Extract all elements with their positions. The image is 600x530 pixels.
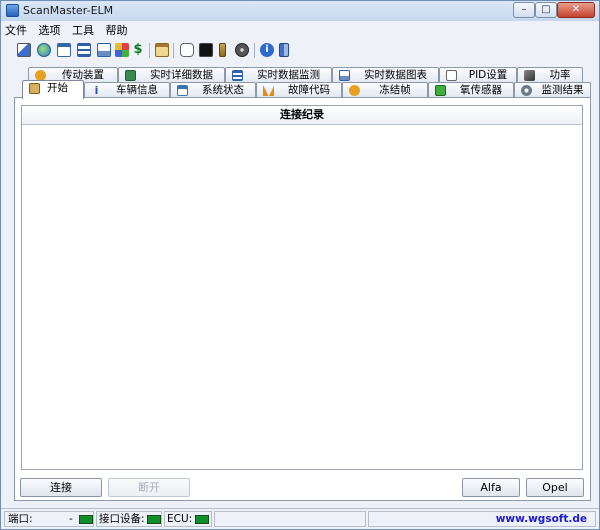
terminal-icon[interactable] — [199, 43, 213, 57]
menu-tools[interactable]: 工具 — [72, 23, 94, 39]
power-icon — [524, 70, 535, 81]
tab-vehicle-info[interactable]: i 车辆信息 — [84, 82, 170, 98]
maximize-button[interactable]: □ — [535, 2, 557, 18]
connect-button[interactable]: 连接 — [20, 478, 102, 497]
phone-icon[interactable] — [219, 43, 226, 57]
globe-icon[interactable] — [37, 43, 51, 57]
disconnect-button[interactable]: 断开 — [108, 478, 190, 497]
opel-button[interactable]: Opel — [526, 478, 584, 497]
snowflake-icon — [349, 85, 360, 96]
interface-label: 接口设备: — [99, 513, 145, 525]
toolbar-separator — [254, 43, 255, 58]
close-button[interactable]: ✕ — [557, 2, 595, 18]
menu-bar: 文件 选项 工具 帮助 — [5, 23, 136, 39]
menu-file[interactable]: 文件 — [5, 23, 27, 39]
tab-trouble-codes[interactable]: 故障代码 — [256, 82, 342, 98]
box-icon — [29, 83, 40, 94]
status-bar: 端口: - 接口设备: ECU: www.wgsoft.de — [1, 508, 599, 529]
grid-icon — [125, 70, 136, 81]
status-website: www.wgsoft.de — [368, 511, 596, 527]
app-icon — [6, 4, 19, 17]
sensor-icon — [435, 85, 446, 96]
palette-icon[interactable] — [115, 43, 129, 57]
tab-strip: 传动装置 实时详细数据 实时数据监测 实时数据图表 PID设置 功率 开始 i — [1, 65, 599, 99]
ecu-led-indicator — [195, 515, 209, 524]
status-port: 端口: - — [4, 511, 94, 527]
tab-power[interactable]: 功率 — [517, 67, 583, 83]
status-blank — [214, 511, 366, 527]
tab-live-detail[interactable]: 实时详细数据 — [118, 67, 225, 83]
monitor-icon — [232, 70, 243, 81]
app-window: ScanMaster-ELM – □ ✕ 文件 选项 工具 帮助 $ i 传动装… — [0, 0, 600, 530]
clipboard-icon[interactable] — [155, 43, 169, 57]
interface-led-indicator — [147, 515, 161, 524]
exit-icon[interactable] — [279, 43, 289, 57]
menu-options[interactable]: 选项 — [39, 23, 61, 39]
website-link[interactable]: www.wgsoft.de — [496, 513, 587, 525]
wizard-icon[interactable] — [17, 43, 31, 57]
disc-icon[interactable] — [235, 43, 249, 57]
tab-pid-settings[interactable]: PID设置 — [439, 67, 517, 83]
connection-log[interactable]: 连接纪录 — [21, 105, 583, 470]
port-led-indicator — [79, 515, 93, 524]
checklist-icon — [177, 85, 188, 96]
port-value: - — [69, 513, 73, 525]
connection-log-header: 连接纪录 — [22, 106, 582, 125]
warning-icon — [263, 85, 274, 96]
dollar-icon[interactable]: $ — [131, 43, 145, 57]
chat-icon[interactable] — [180, 43, 194, 57]
title-bar[interactable]: ScanMaster-ELM – □ ✕ — [1, 1, 599, 21]
toolbar-separator — [149, 43, 150, 58]
minimize-button[interactable]: – — [513, 2, 535, 18]
menu-help[interactable]: 帮助 — [106, 23, 128, 39]
tab-freeze-frame[interactable]: 冻结帧 — [342, 82, 428, 98]
window-title: ScanMaster-ELM — [23, 4, 114, 17]
status-ecu: ECU: — [164, 511, 212, 527]
tab-system-status[interactable]: 系统状态 — [170, 82, 256, 98]
info-icon: i — [94, 84, 99, 97]
tab-live-monitor[interactable]: 实时数据监测 — [225, 67, 332, 83]
table-icon[interactable] — [77, 43, 91, 57]
status-interface: 接口设备: — [96, 511, 162, 527]
tab-monitor-results[interactable]: 监测结果 — [514, 82, 591, 98]
report-icon[interactable] — [57, 43, 71, 57]
chart-icon[interactable] — [97, 43, 111, 57]
toolbar-separator — [173, 43, 174, 58]
cog-icon — [521, 85, 532, 96]
document-icon — [446, 70, 457, 81]
port-label: 端口: — [8, 513, 33, 525]
tab-o2-sensor[interactable]: 氧传感器 — [428, 82, 514, 98]
tab-start[interactable]: 开始 — [22, 80, 84, 99]
tab-panel-start: 连接纪录 连接 断开 Alfa Opel — [14, 97, 591, 501]
alfa-button[interactable]: Alfa — [462, 478, 520, 497]
tab-live-chart[interactable]: 实时数据图表 — [332, 67, 439, 83]
ecu-label: ECU: — [167, 513, 193, 525]
toolbar: $ i — [5, 42, 595, 60]
info-icon[interactable]: i — [260, 43, 274, 57]
chart-icon — [339, 70, 350, 81]
